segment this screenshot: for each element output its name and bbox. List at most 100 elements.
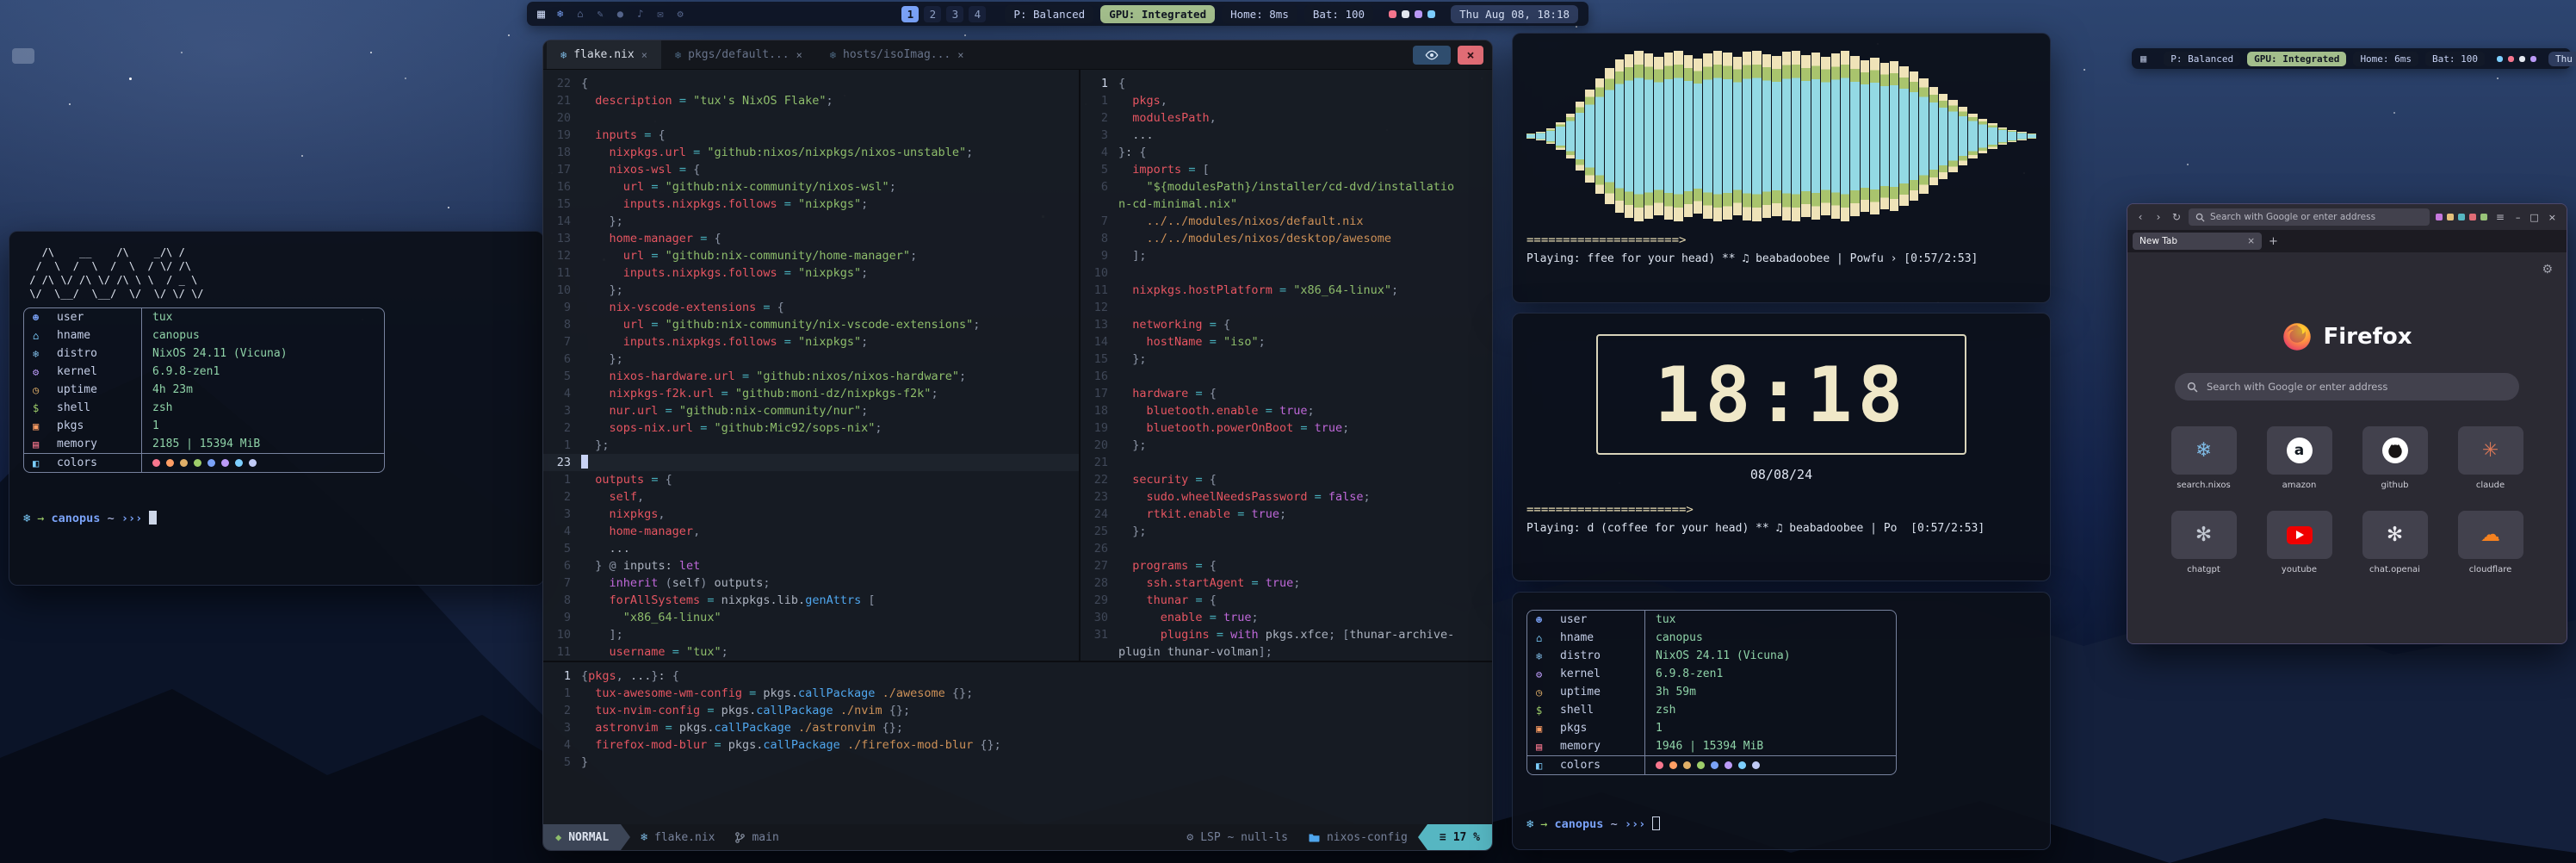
reload-button[interactable]: ↻ xyxy=(2170,211,2183,223)
tray-icon[interactable] xyxy=(2530,56,2536,62)
editor-pane-right[interactable]: 1{1 pkgs,2 modulesPath,3 ...4}: {5 impor… xyxy=(1081,70,1492,661)
shortcut-tile-youtube[interactable]: youtube xyxy=(2257,511,2341,574)
fetch-label: shell xyxy=(57,401,141,414)
status-pill-network[interactable]: Home: 6ms xyxy=(2353,52,2418,66)
menu-icon[interactable]: ≡ xyxy=(2496,211,2505,223)
music-visualizer-window[interactable]: =====================> Playing: ffee for… xyxy=(1512,33,2051,303)
status-pill-battery[interactable]: Bat: 100 xyxy=(1304,5,1373,23)
workspace-tag-icon[interactable]: ✉ xyxy=(657,8,663,20)
terminal-fastfetch-right[interactable]: ☻usertux⌂hnamecanopus❄distroNixOS 24.11 … xyxy=(1512,592,2051,850)
code-line: 22 security = { xyxy=(1081,471,1492,488)
shortcut-tile-chatgpt[interactable]: ✻chatgpt xyxy=(2162,511,2245,574)
status-pill-power[interactable]: P: Balanced xyxy=(2164,52,2240,66)
window-close-button[interactable]: × xyxy=(2548,212,2556,223)
extension-icon[interactable] xyxy=(2458,214,2465,220)
shortcut-label: chatgpt xyxy=(2187,565,2220,574)
line-number: 10 xyxy=(543,282,581,299)
code-line: 21 xyxy=(1081,454,1492,471)
editor-tab-pkgs/default...[interactable]: ❄pkgs/default...× xyxy=(661,40,816,69)
close-window-button[interactable]: × xyxy=(1458,46,1483,65)
terminal-fastfetch-left[interactable]: /\ __ /\ _/\ / / \ / \ / \ / \/ /\ / /\ … xyxy=(9,231,544,586)
code-text: "${modulesPath}/installer/cd-dvd/install… xyxy=(1118,178,1454,196)
fetch-label: memory xyxy=(1560,740,1644,753)
new-tab-button[interactable]: + xyxy=(2269,235,2278,248)
status-pill-power[interactable]: P: Balanced xyxy=(1005,5,1093,23)
tray-icon[interactable] xyxy=(1402,10,1409,18)
extension-icon[interactable] xyxy=(2436,214,2443,220)
code-line: 25 }; xyxy=(1081,523,1492,540)
clock-widget-window[interactable]: 18:18 08/08/24 ======================> P… xyxy=(1512,313,2051,581)
workspace-tag-icon[interactable]: ❄ xyxy=(557,8,563,20)
code-text: nixos-wsl = { xyxy=(581,161,700,178)
newtab-search-input[interactable]: Search with Google or enter address xyxy=(2175,373,2519,400)
fetch-label: colors xyxy=(57,456,141,469)
status-pill-gpu[interactable]: GPU: Integrated xyxy=(2247,52,2346,66)
code-text: inputs = { xyxy=(581,127,666,144)
tab-close-icon[interactable]: × xyxy=(796,49,802,61)
forward-button[interactable]: › xyxy=(2152,211,2164,223)
editor-pane-left[interactable]: 22{21 description = "tux's NixOS Flake";… xyxy=(543,70,1081,661)
code-line: 17 hardware = { xyxy=(1081,385,1492,402)
app-launcher-icon[interactable]: ▦ xyxy=(2140,53,2146,65)
line-number: 8 xyxy=(543,592,581,609)
extension-icon[interactable] xyxy=(2469,214,2476,220)
visualizer-bar xyxy=(1948,100,1957,171)
code-line: 5 nixos-hardware.url = "github:nixos/nix… xyxy=(543,368,1079,385)
fetch-label: distro xyxy=(1560,649,1644,662)
preview-toggle-button[interactable] xyxy=(1413,46,1451,65)
code-line: 1{ xyxy=(1081,75,1492,92)
personalize-gear-icon[interactable]: ⚙ xyxy=(2542,263,2553,276)
tab-close-icon[interactable]: × xyxy=(641,49,647,61)
window-maximize-button[interactable]: □ xyxy=(2530,212,2538,223)
visualizer-bars xyxy=(1526,51,2036,221)
line-number: 3 xyxy=(543,402,581,419)
shortcut-tile-search.nixos[interactable]: ❄search.nixos xyxy=(2162,426,2245,490)
code-line: 27 programs = { xyxy=(1081,557,1492,574)
tray-icon[interactable] xyxy=(1427,10,1435,18)
workspace-4[interactable]: 4 xyxy=(969,6,986,22)
window-minimize-button[interactable]: – xyxy=(2516,212,2521,223)
tab-close-icon[interactable]: × xyxy=(2247,236,2255,246)
extension-icon[interactable] xyxy=(2447,214,2454,220)
extension-icon[interactable] xyxy=(2480,214,2487,220)
bar-clock[interactable]: Thu Aug 08, 18:18 xyxy=(1451,5,1578,23)
status-pill-battery[interactable]: Bat: 100 xyxy=(2425,52,2485,66)
shortcut-tile-cloudflare[interactable]: ☁cloudflare xyxy=(2449,511,2532,574)
url-bar[interactable]: Search with Google or enter address xyxy=(2189,208,2430,226)
status-pill-gpu[interactable]: GPU: Integrated xyxy=(1100,5,1215,23)
code-line: 13 networking = { xyxy=(1081,316,1492,333)
editor-tab-hosts/isoImag...[interactable]: ❄hosts/isoImag...× xyxy=(816,40,978,69)
tab-new-tab[interactable]: New Tab × xyxy=(2133,233,2262,250)
back-button[interactable]: ‹ xyxy=(2134,211,2146,223)
code-line: 2 sops-nix.url = "github:Mic92/sops-nix"… xyxy=(543,419,1079,437)
line-number: 26 xyxy=(1081,540,1118,557)
shortcut-tile-github[interactable]: github xyxy=(2353,426,2437,490)
shortcut-tile-chat.openai[interactable]: ✻chat.openai xyxy=(2353,511,2437,574)
workspace-3[interactable]: 3 xyxy=(946,6,963,22)
app-launcher-icon[interactable]: ▦ xyxy=(537,6,545,22)
palette-dot xyxy=(152,459,160,467)
tray-icon[interactable] xyxy=(1415,10,1422,18)
code-line: 6 }; xyxy=(543,351,1079,368)
code-line: 6 } @ inputs: let xyxy=(543,557,1079,574)
workspace-tag-icon[interactable]: ✎ xyxy=(598,8,604,20)
workspace-2[interactable]: 2 xyxy=(924,6,941,22)
shortcut-tile-amazon[interactable]: aamazon xyxy=(2257,426,2341,490)
editor-tab-flake.nix[interactable]: ❄flake.nix× xyxy=(547,40,661,69)
editor-pane-bottom[interactable]: 1{pkgs, ...}: {1 tux-awesome-wm-config =… xyxy=(543,662,1492,776)
tray-icon[interactable] xyxy=(2508,56,2514,62)
tray-icon[interactable] xyxy=(2497,56,2503,62)
visualizer-bar xyxy=(1792,51,1800,221)
tray-icon[interactable] xyxy=(2519,56,2525,62)
bar-clock[interactable]: Thu Aug 08, 18:18 xyxy=(2548,52,2576,66)
workspace-tag-icon[interactable]: ⚙ xyxy=(677,8,683,20)
status-pill-network[interactable]: Home: 8ms xyxy=(1222,5,1297,23)
workspace-tag-icon[interactable]: ♪ xyxy=(637,8,643,20)
workspace-tag-icon[interactable]: ⌂ xyxy=(577,8,583,20)
workspace-tag-icon[interactable]: ● xyxy=(617,8,623,20)
workspace-1[interactable]: 1 xyxy=(901,6,919,22)
tab-close-icon[interactable]: × xyxy=(957,49,963,61)
fetch-label: kernel xyxy=(57,365,141,378)
tray-icon[interactable] xyxy=(1389,10,1396,18)
shortcut-tile-claude[interactable]: ✳claude xyxy=(2449,426,2532,490)
